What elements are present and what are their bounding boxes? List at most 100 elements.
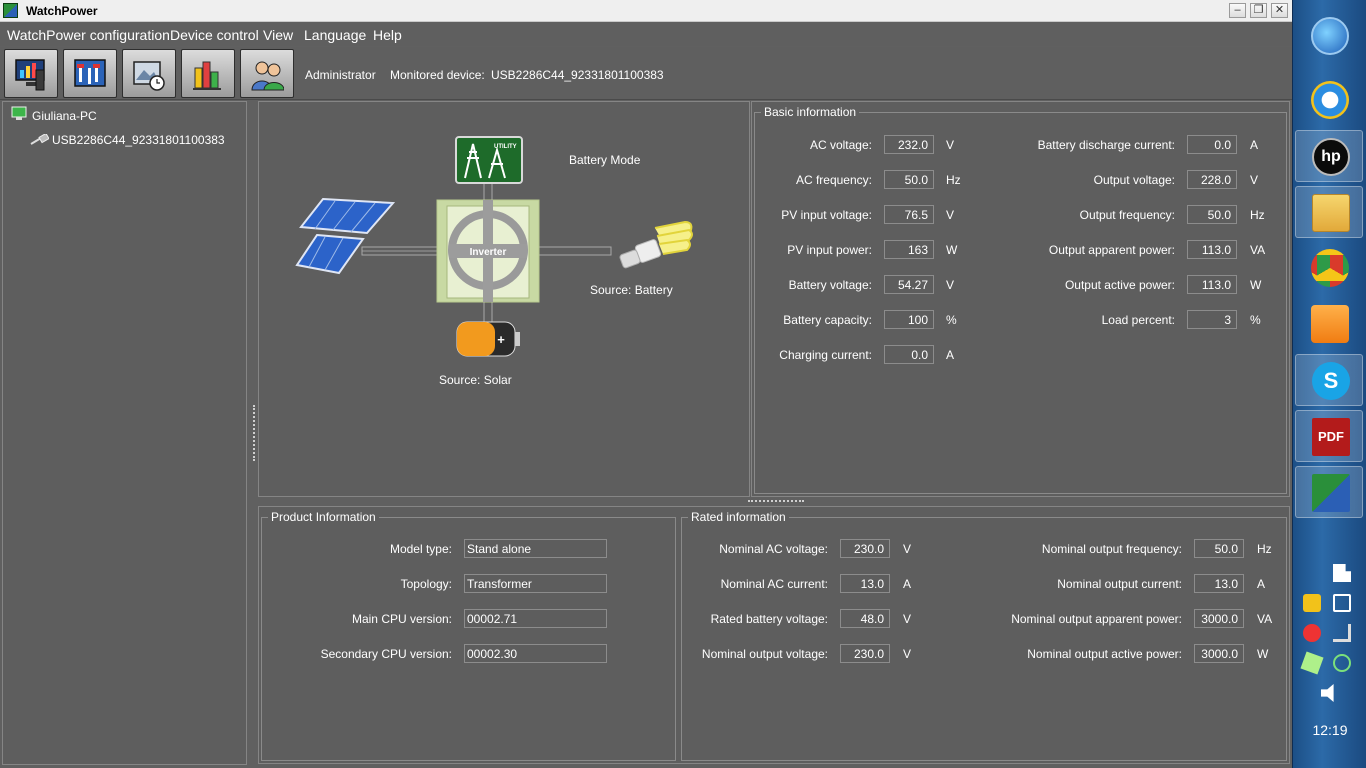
users-icon	[251, 61, 284, 91]
menu-help[interactable]: Help	[373, 27, 402, 43]
data-log-button[interactable]	[122, 49, 176, 98]
device-tree: Giuliana-PC USB2286C44_92331801100383	[2, 101, 247, 765]
tree-node-device[interactable]: USB2286C44_92331801100383	[52, 133, 225, 147]
watchpower-window: WatchPower – ❐ ✕ WatchPower configuratio…	[0, 0, 1292, 768]
rated-left-row-value-field: 230.0	[840, 539, 890, 558]
folder-icon	[1312, 194, 1350, 232]
utility-grid-icon: UTILITY	[455, 136, 523, 184]
watchpower-app-icon	[1312, 474, 1350, 512]
basic-right-row-label: Output frequency:	[1079, 208, 1175, 222]
settings-button[interactable]	[63, 49, 117, 98]
basic-left-row-value-field: 50.0	[884, 170, 934, 189]
tree-node-computer[interactable]: Giuliana-PC	[32, 109, 97, 123]
menu-language[interactable]: Language	[304, 27, 366, 43]
windows-start-icon	[1311, 17, 1349, 55]
menu-watchpower-configuration[interactable]: WatchPower configuration	[7, 27, 170, 43]
taskbar-chrome[interactable]	[1295, 242, 1363, 294]
menu-view[interactable]: View	[263, 27, 293, 43]
basic-right-row-label: Battery discharge current:	[1037, 138, 1175, 152]
power-plug-icon[interactable]	[1333, 594, 1351, 612]
user-management-button[interactable]	[240, 49, 294, 98]
operating-mode-label: Battery Mode	[569, 153, 641, 167]
rated-right-row-value-field: 3000.0	[1194, 609, 1244, 628]
start-button[interactable]	[1295, 10, 1363, 62]
rated-left-row-value-field: 230.0	[840, 644, 890, 663]
inverter-icon: Inverter	[436, 199, 540, 303]
photo-clock-icon	[133, 61, 165, 91]
action-center-flag-icon[interactable]	[1333, 564, 1351, 582]
menu-device-control[interactable]: Device control	[170, 27, 259, 43]
taskbar-skype[interactable]: S	[1295, 354, 1363, 406]
monitored-device-value: USB2286C44_92331801100383	[491, 68, 664, 82]
basic-left-row-unit: V	[946, 208, 955, 222]
monitored-device-label: Monitored device:	[390, 68, 485, 82]
basic-left-row-label: Battery voltage:	[788, 278, 872, 292]
rated-left-row-value-field: 48.0	[840, 609, 890, 628]
rated-left-row-unit: V	[903, 542, 912, 556]
taskbar-media-player[interactable]	[1295, 298, 1363, 350]
rated-left-row-unit: V	[903, 647, 912, 661]
vertical-splitter[interactable]	[253, 405, 257, 461]
taskbar-watchpower[interactable]	[1295, 466, 1363, 518]
maximize-icon[interactable]: ❐	[1250, 3, 1267, 18]
basic-right-row-label: Output voltage:	[1093, 173, 1175, 187]
basic-right-row-value-field: 0.0	[1187, 135, 1237, 154]
bar-chart-icon	[193, 61, 221, 90]
rated-left-row-unit: A	[903, 577, 912, 591]
basic-right-row-unit: %	[1250, 313, 1261, 327]
window-controls: – ❐ ✕	[1229, 3, 1288, 18]
network-signal-icon[interactable]	[1333, 624, 1351, 642]
product-information-title: Product Information	[268, 510, 379, 524]
basic-information-panel: Basic information AC voltage: 232.0 V AC fr…	[751, 101, 1290, 497]
product-row-value-field: 00002.30	[464, 644, 607, 663]
solar-panel-icon	[295, 197, 395, 275]
rated-right-row-value-field: 13.0	[1194, 574, 1244, 593]
product-row-value-field: Transformer	[464, 574, 607, 593]
rated-right-row-label: Nominal output apparent power:	[1011, 612, 1182, 626]
basic-left-row-unit: Hz	[946, 173, 961, 187]
basic-left-row-unit: W	[946, 243, 958, 257]
basic-left-row-label: Battery capacity:	[783, 313, 872, 327]
security-alert-icon[interactable]	[1303, 624, 1321, 642]
taskbar-hp[interactable]: hp	[1295, 130, 1363, 182]
taskbar-clock[interactable]: 12:19	[1293, 722, 1366, 738]
basic-left-row-value-field: 0.0	[884, 345, 934, 364]
taskbar: hp S PDF 12:19	[1292, 0, 1366, 768]
taskbar-pdf[interactable]: PDF	[1295, 410, 1363, 462]
taskbar-explorer[interactable]	[1295, 186, 1363, 238]
basic-left-row-label: AC voltage:	[809, 138, 872, 152]
product-row-label: Model type:	[389, 542, 452, 556]
basic-left-row-unit: V	[946, 138, 955, 152]
taskbar-internet-explorer[interactable]	[1295, 74, 1363, 126]
horizontal-splitter[interactable]	[748, 500, 804, 504]
app-icon	[3, 3, 18, 18]
hp-icon: hp	[1312, 138, 1350, 176]
tools-icon	[74, 59, 106, 87]
tray-green-icon[interactable]	[1300, 651, 1324, 675]
svg-text:+: +	[497, 332, 505, 347]
basic-left-row-value-field: 54.27	[884, 275, 934, 294]
power-flow-panel: UTILITY Inverter + Battery Mode Source: …	[258, 101, 750, 497]
wifi-icon[interactable]	[1333, 654, 1351, 672]
basic-right-row-label: Output active power:	[1064, 278, 1175, 292]
output-source-label: Source: Battery	[590, 283, 673, 297]
rated-right-row-unit: VA	[1257, 612, 1273, 626]
inverter-label: Inverter	[470, 247, 507, 258]
report-button[interactable]	[181, 49, 235, 98]
close-icon[interactable]: ✕	[1271, 3, 1288, 18]
rated-right-row-unit: Hz	[1257, 542, 1272, 556]
product-row-label: Topology:	[400, 577, 452, 591]
basic-right-row-unit: V	[1250, 173, 1259, 187]
monitor-button[interactable]	[4, 49, 58, 98]
rated-left-row-unit: V	[903, 612, 912, 626]
basic-right-row-value-field: 3	[1187, 310, 1237, 329]
media-player-icon	[1311, 305, 1349, 343]
rated-information-title: Rated information	[688, 510, 789, 524]
minimize-icon[interactable]: –	[1229, 3, 1246, 18]
basic-right-row-value-field: 228.0	[1187, 170, 1237, 189]
product-row-label: Main CPU version:	[351, 612, 452, 626]
volume-icon[interactable]	[1321, 684, 1334, 702]
basic-information-title: Basic information	[761, 105, 860, 119]
basic-right-row-unit: Hz	[1250, 208, 1265, 222]
tray-app-icon[interactable]	[1303, 594, 1321, 612]
